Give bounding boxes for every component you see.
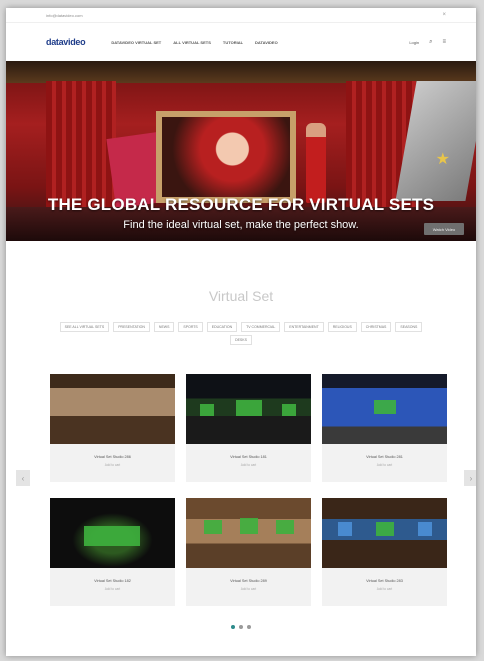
nav-item-datavideo[interactable]: Datavideo — [255, 40, 278, 45]
filter-chip[interactable]: Presentation — [113, 322, 150, 332]
product-grid: Virtual Set Studio 286 Add to cart Virtu… — [50, 374, 447, 606]
filter-chip[interactable]: Religious — [327, 322, 357, 332]
product-thumbnail[interactable] — [186, 374, 311, 444]
hero-title: THE GLOBAL RESOURCE FOR VIRTUAL SETS — [47, 195, 435, 214]
site-header: datavideo Datavideo Virtual Set All Virt… — [6, 23, 476, 61]
carousel-prev-button[interactable]: ‹ — [16, 470, 30, 486]
product-thumbnail[interactable] — [322, 498, 447, 568]
pagination-dot[interactable] — [247, 625, 251, 629]
filter-chip[interactable]: Desks — [230, 335, 252, 345]
filter-chip[interactable]: Sports — [178, 322, 203, 332]
product-title[interactable]: Virtual Set Studio 286 — [50, 455, 175, 459]
search-icon[interactable]: ⌕ — [429, 39, 432, 46]
page: info@datavideo.com × datavideo Datavideo… — [6, 8, 476, 656]
product-card[interactable]: Virtual Set Studio 286 Add to cart — [50, 374, 175, 482]
carousel-next-button[interactable]: › — [464, 470, 476, 486]
filter-chip[interactable]: TV Commercial — [241, 322, 281, 332]
star-icon: ★ — [435, 151, 450, 168]
nav-item-all-virtual-sets[interactable]: All Virtual Sets — [173, 40, 211, 45]
product-thumbnail[interactable] — [50, 374, 175, 444]
product-card[interactable]: Virtual Set Studio 281 Add to cart — [322, 374, 447, 482]
watch-video-button[interactable]: Watch Video — [424, 223, 464, 235]
product-card[interactable]: Virtual Set Studio 283 Add to cart — [322, 498, 447, 606]
pagination-dot-active[interactable] — [231, 625, 235, 629]
contact-email[interactable]: info@datavideo.com — [46, 13, 83, 18]
section-title: Virtual Set — [208, 288, 274, 304]
header-actions: Login ⌕ ≡ — [409, 39, 446, 46]
filter-chip[interactable]: Seasons — [395, 322, 423, 332]
product-title[interactable]: Virtual Set Studio 181 — [186, 455, 311, 459]
filter-chip[interactable]: See all virtual sets — [59, 322, 110, 332]
nav-item-datavideo-virtual-set[interactable]: Datavideo Virtual Set — [111, 40, 161, 45]
hero-subtitle: Find the ideal virtual set, make the per… — [123, 219, 359, 231]
login-link[interactable]: Login — [409, 40, 419, 45]
product-card[interactable]: Virtual Set Studio 182 Add to cart — [50, 498, 175, 606]
nav-item-tutorial[interactable]: Tutorial — [223, 40, 243, 45]
menu-icon[interactable]: ≡ — [442, 39, 446, 45]
filter-bar: See all virtual sets Presentation News S… — [56, 322, 426, 345]
hero-banner: ★ THE GLOBAL RESOURCE FOR VIRTUAL SETS F… — [6, 61, 476, 241]
utility-bar: info@datavideo.com × — [6, 8, 476, 23]
product-thumbnail[interactable] — [50, 498, 175, 568]
hero-light-rig — [6, 61, 476, 83]
filter-chip[interactable]: News — [153, 322, 175, 332]
product-title[interactable]: Virtual Set Studio 283 — [322, 579, 447, 583]
filter-chip[interactable]: Christmas — [360, 322, 392, 332]
product-card[interactable]: Virtual Set Studio 181 Add to cart — [186, 374, 311, 482]
product-action[interactable]: Add to cart — [186, 587, 311, 591]
product-thumbnail[interactable] — [322, 374, 447, 444]
product-card[interactable]: Virtual Set Studio 289 Add to cart — [186, 498, 311, 606]
logo[interactable]: datavideo — [46, 37, 86, 47]
product-action[interactable]: Add to cart — [50, 587, 175, 591]
product-action[interactable]: Add to cart — [50, 463, 175, 467]
product-title[interactable]: Virtual Set Studio 281 — [322, 455, 447, 459]
pagination-dot[interactable] — [239, 625, 243, 629]
product-action[interactable]: Add to cart — [322, 463, 447, 467]
carousel-pagination — [6, 625, 476, 629]
product-title[interactable]: Virtual Set Studio 289 — [186, 579, 311, 583]
product-title[interactable]: Virtual Set Studio 182 — [50, 579, 175, 583]
product-action[interactable]: Add to cart — [322, 587, 447, 591]
logo-text: datavideo — [46, 37, 86, 47]
main-nav: Datavideo Virtual Set All Virtual Sets T… — [111, 40, 409, 45]
filter-chip[interactable]: Education — [206, 322, 238, 332]
filter-chip[interactable]: Entertainment — [284, 322, 324, 332]
hero-presenter — [306, 123, 326, 203]
product-action[interactable]: Add to cart — [186, 463, 311, 467]
hero-video-screen — [156, 111, 296, 203]
close-icon[interactable]: × — [442, 12, 446, 18]
product-thumbnail[interactable] — [186, 498, 311, 568]
